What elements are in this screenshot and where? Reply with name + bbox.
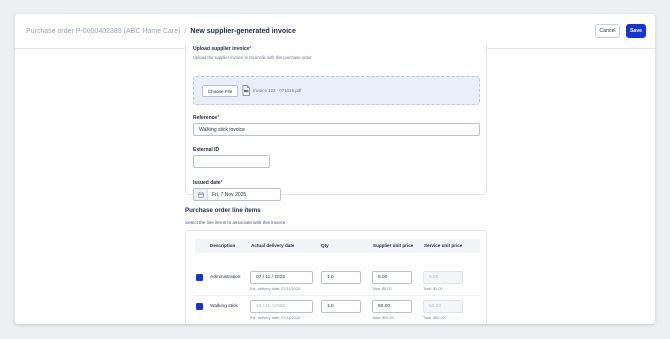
choose-file-button[interactable]: Choose File [202,85,238,97]
breadcrumb-separator: / [184,27,187,35]
supplier-price-input[interactable]: 50.00 [372,300,412,313]
column-header-description: Description [210,243,236,248]
invoice-modal: Purchase order P-0000402389 (ABC Home Ca… [15,14,655,324]
required-mark: * [220,180,223,186]
reference-label: Reference* [193,115,219,121]
supplier-total: Total: $50.00 [372,316,394,320]
est-delivery-note: Est. delivery date: 07/11/2025 [250,316,300,320]
uploaded-file-name[interactable]: Invoice 123 - 071025.pdf [253,88,301,93]
external-id-input[interactable] [193,155,270,168]
issued-date-label: Issued date* [193,180,222,186]
column-header-service-price: Service unit price [424,243,463,248]
required-mark: * [217,115,220,121]
checkmark-icon [197,281,202,286]
delivery-date-input[interactable]: 24 / 11 / 2025 [250,300,313,313]
page-title: New supplier-generated invoice [190,27,296,35]
cancel-button[interactable]: Cancel [595,24,620,38]
external-id-label: External ID [193,147,220,153]
invoice-details-panel: Upload supplier invoice* Upload the supp… [185,43,487,201]
breadcrumb-parent[interactable]: Purchase order P-0000402389 (ABC Home Ca… [26,28,180,35]
required-mark: * [249,46,252,52]
column-header-qty: Qty [321,243,329,248]
upload-label-text: Upload supplier invoice [193,46,250,52]
qty-input[interactable]: 1.0 [321,271,361,284]
service-total: Total: $5.00 [423,287,443,291]
reference-input[interactable]: Walking stick invoice [193,123,480,136]
est-delivery-note: Est. delivery date: 07/11/2025 [250,287,300,291]
upload-label: Upload supplier invoice* [193,46,251,52]
checkmark-icon [197,310,202,315]
reference-label-text: Reference [193,115,218,121]
upload-help-text: Upload the supplier invoice to reconcile… [193,55,312,60]
issued-date-label-text: Issued date [193,180,221,186]
file-icon [242,85,250,96]
issued-date-input[interactable]: Fri, 7 Nov 2025 [193,188,281,201]
supplier-total: Total: $5.00 [372,287,392,291]
row-checkbox-administration[interactable] [196,274,203,286]
row-checkbox-walking-stick[interactable] [196,303,203,315]
delivery-date-input[interactable]: 07 / 11 / 2025 [250,271,313,284]
row-description: Administration [210,275,241,280]
service-price-input: 5.00 [423,271,463,284]
calendar-icon[interactable] [194,189,208,200]
line-items-table: Description Actual delivery date Qty Sup… [185,230,487,324]
issued-date-value: Fri, 7 Nov 2025 [212,192,247,198]
supplier-price-input[interactable]: 5.00 [372,271,412,284]
row-description: Walking stick [210,304,238,309]
file-dropzone[interactable]: Choose File Invoice 123 - 071025.pdf [193,76,480,105]
service-price-input: 50.00 [423,300,463,313]
table-header: Description Actual delivery date Qty Sup… [195,239,480,253]
save-button[interactable]: Save [626,24,646,38]
line-items-title: Purchase order line items [185,207,261,214]
service-total: Total: $50.00 [423,316,445,320]
line-items-subtitle: Select the line items to associate with … [185,220,286,225]
column-header-supplier-price: Supplier unit price [373,243,414,248]
column-header-delivery-date: Actual delivery date [251,243,295,248]
qty-input[interactable]: 1.0 [321,300,361,313]
row-divider [195,295,480,296]
